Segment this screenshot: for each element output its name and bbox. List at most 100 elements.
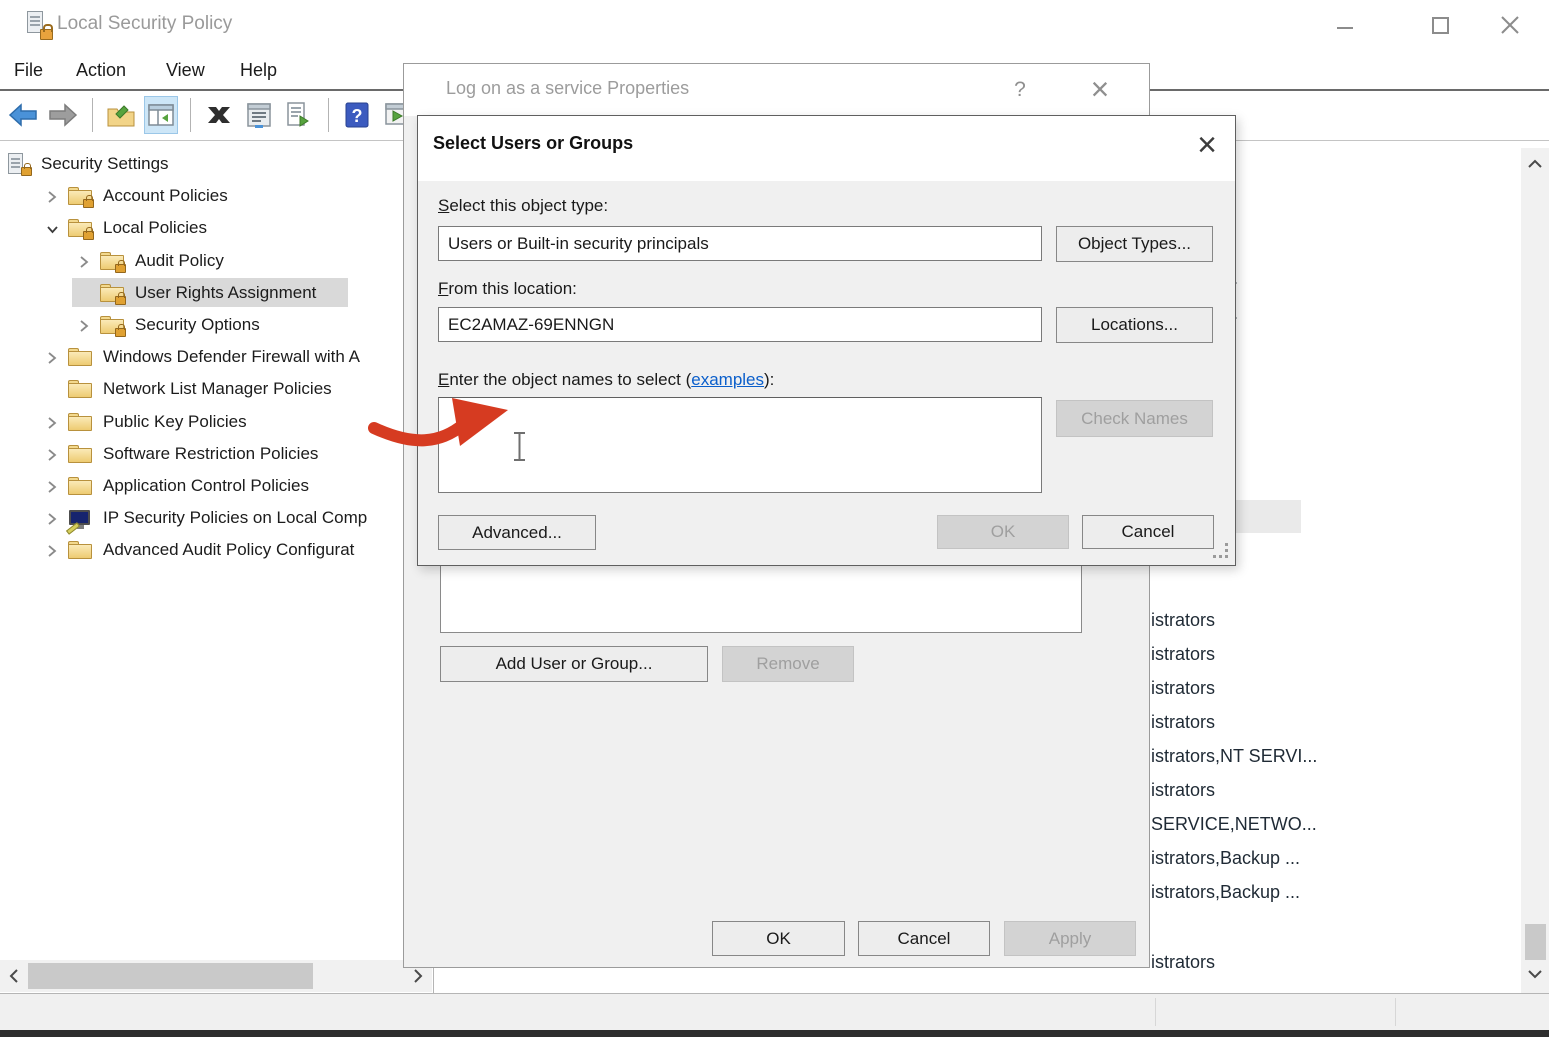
add-user-or-group-button[interactable]: Add User or Group... — [440, 646, 708, 682]
back-icon[interactable] — [6, 96, 40, 134]
apply-button: Apply — [1004, 921, 1136, 956]
object-names-input[interactable] — [438, 397, 1042, 493]
tree-item-security-options[interactable]: Security Options — [0, 309, 432, 341]
export-folder-icon[interactable] — [104, 96, 138, 134]
object-types-button[interactable]: Object Types... — [1056, 226, 1213, 262]
list-item[interactable]: istrators,NT SERVI... — [1151, 742, 1317, 770]
list-item[interactable]: istrators — [1151, 776, 1215, 804]
list-item[interactable]: SERVICE,NETWO... — [1151, 810, 1317, 838]
object-type-field[interactable]: Users or Built-in security principals — [438, 226, 1042, 261]
chevron-right-icon[interactable] — [46, 350, 60, 364]
list-item[interactable]: istrators,Backup ... — [1151, 878, 1300, 906]
check-names-button: Check Names — [1056, 400, 1213, 437]
list-item[interactable]: istrators — [1151, 674, 1215, 702]
titlebar: Local Security Policy — [0, 0, 1549, 50]
tree-item-security-settings[interactable]: Security Settings — [0, 148, 432, 180]
horizontal-scrollbar-thumb[interactable] — [28, 963, 313, 989]
tree-item-public-key-policies[interactable]: Public Key Policies — [0, 406, 432, 438]
tree-item-windows-defender-firewall-with-a[interactable]: Windows Defender Firewall with A — [0, 341, 432, 373]
properties-dialog-title: Log on as a service Properties — [446, 78, 689, 99]
tree-item-user-rights-assignment[interactable]: User Rights Assignment — [0, 277, 432, 309]
folder-icon — [68, 475, 94, 497]
menu-help[interactable]: Help — [240, 56, 277, 85]
vertical-scrollbar-thumb[interactable] — [1525, 924, 1546, 960]
close-icon[interactable]: × — [1188, 124, 1226, 166]
chevron-right-icon[interactable] — [78, 254, 92, 268]
select-users-or-groups-dialog: Select Users or Groups × Select this obj… — [417, 115, 1236, 566]
delete-icon[interactable] — [202, 96, 236, 134]
tree-item-network-list-manager-policies[interactable]: Network List Manager Policies — [0, 373, 432, 405]
status-bar-divider — [1155, 998, 1156, 1026]
chevron-placeholder — [46, 382, 60, 396]
tree-item-label: Security Options — [135, 315, 260, 335]
locations-button[interactable]: Locations... — [1056, 307, 1213, 343]
help-icon[interactable]: ? — [1004, 74, 1036, 106]
tree-item-ip-security-policies-on-local-comp[interactable]: IP Security Policies on Local Comp — [0, 502, 432, 534]
tree-item-label: IP Security Policies on Local Comp — [103, 508, 367, 528]
list-item[interactable]: istrators — [1151, 948, 1215, 976]
chevron-right-icon[interactable] — [46, 543, 60, 557]
chevron-down-icon[interactable] — [46, 221, 60, 235]
select-cancel-button[interactable]: Cancel — [1082, 515, 1214, 549]
app-icon — [27, 11, 51, 39]
resize-grip[interactable] — [1213, 543, 1231, 561]
object-type-label: Select this object type: — [438, 196, 608, 216]
remove-button: Remove — [722, 646, 854, 682]
properties-ok-button[interactable]: OK — [712, 921, 845, 956]
scroll-up-icon[interactable] — [1523, 152, 1547, 176]
menu-file[interactable]: File — [14, 56, 43, 85]
folder-icon — [68, 539, 94, 561]
forward-icon[interactable] — [46, 96, 80, 134]
from-location-label: From this location: — [438, 279, 577, 299]
menu-view[interactable]: View — [166, 56, 205, 85]
status-bar — [0, 993, 1549, 1030]
tree-item-application-control-policies[interactable]: Application Control Policies — [0, 470, 432, 502]
select-ok-button: OK — [937, 515, 1069, 549]
local-security-policy-window: Local Security Policy File Action View H… — [0, 0, 1549, 1037]
chevron-right-icon[interactable] — [78, 318, 92, 332]
properties-icon[interactable] — [242, 96, 276, 134]
list-item[interactable]: istrators — [1151, 708, 1215, 736]
examples-link[interactable]: examples — [691, 370, 764, 389]
tree-item-label: Windows Defender Firewall with A — [103, 347, 360, 367]
select-dialog-titlebar: Select Users or Groups × — [418, 116, 1235, 181]
window-title: Local Security Policy — [57, 13, 232, 35]
advanced-button[interactable]: Advanced... — [438, 515, 596, 550]
tree-item-audit-policy[interactable]: Audit Policy — [0, 245, 432, 277]
console-tree-icon[interactable] — [144, 96, 178, 134]
scroll-down-icon[interactable] — [1523, 962, 1547, 986]
menu-action[interactable]: Action — [76, 56, 126, 85]
properties-cancel-button[interactable]: Cancel — [858, 921, 990, 956]
list-item[interactable]: istrators,Backup ... — [1151, 844, 1300, 872]
vertical-scrollbar[interactable] — [1521, 148, 1549, 993]
tree-item-account-policies[interactable]: Account Policies — [0, 180, 432, 212]
list-item[interactable]: istrators — [1151, 640, 1215, 668]
help-icon[interactable]: ? — [340, 96, 374, 134]
close-button[interactable] — [1495, 10, 1525, 40]
scroll-left-icon[interactable] — [2, 964, 26, 988]
security-settings-icon — [6, 153, 32, 175]
chevron-right-icon[interactable] — [46, 447, 60, 461]
export-list-icon[interactable] — [282, 96, 316, 134]
chevron-right-icon[interactable] — [46, 479, 60, 493]
from-location-field[interactable]: EC2AMAZ-69ENNGN — [438, 307, 1042, 342]
chevron-right-icon[interactable] — [46, 511, 60, 525]
toolbar-separator — [190, 98, 191, 132]
tree-item-local-policies[interactable]: Local Policies — [0, 212, 432, 244]
assigned-users-listbox[interactable] — [440, 556, 1082, 633]
select-dialog-title: Select Users or Groups — [433, 133, 633, 154]
list-item[interactable]: istrators — [1151, 606, 1215, 634]
chevron-right-icon[interactable] — [46, 189, 60, 203]
minimize-button[interactable] — [1330, 10, 1360, 40]
tree-item-advanced-audit-policy-configurat[interactable]: Advanced Audit Policy Configurat — [0, 534, 432, 566]
chevron-right-icon[interactable] — [46, 415, 60, 429]
tree-item-label: User Rights Assignment — [135, 283, 316, 303]
policy-folder-icon — [100, 314, 126, 336]
close-icon[interactable]: × — [1082, 68, 1118, 110]
chevron-placeholder — [78, 286, 92, 300]
tree-item-software-restriction-policies[interactable]: Software Restriction Policies — [0, 438, 432, 470]
folder-icon — [68, 378, 94, 400]
folder-icon — [68, 346, 94, 368]
folder-icon — [68, 443, 94, 465]
maximize-button[interactable] — [1425, 10, 1455, 40]
